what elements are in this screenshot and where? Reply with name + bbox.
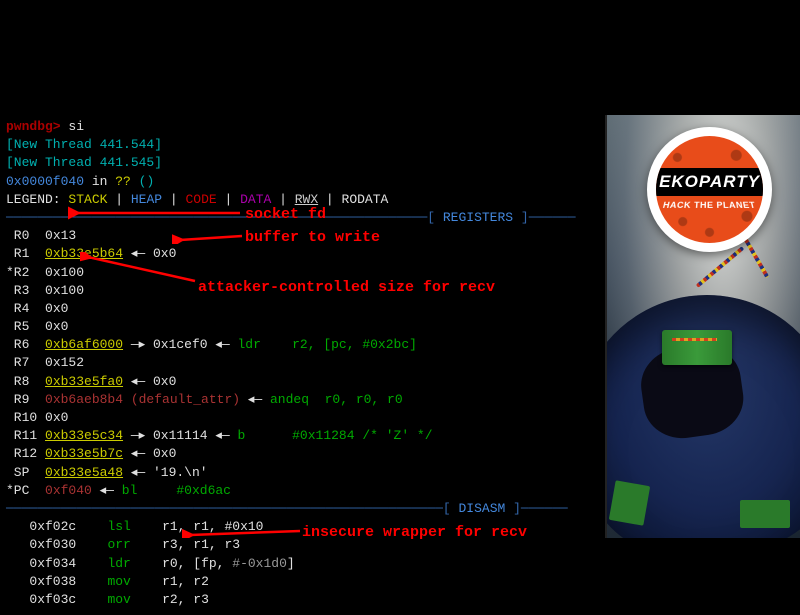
prompt: pwndbg> bbox=[6, 119, 61, 134]
arrow-icon bbox=[182, 526, 302, 538]
arrow-icon bbox=[80, 252, 198, 284]
command-input[interactable]: si bbox=[68, 119, 84, 134]
annotation-socket-fd: socket fd bbox=[245, 204, 326, 225]
disasm-row: 0xf034 ldr r0, [fp, #-0x1d0] bbox=[6, 555, 794, 573]
annotation-insecure-wrapper: insecure wrapper for recv bbox=[302, 522, 527, 543]
pcb-board bbox=[662, 330, 732, 365]
hardware-photo: EKOPARTY HACK THE PLANET bbox=[605, 115, 800, 538]
pcb-board bbox=[740, 500, 790, 528]
logo-subtitle: HACK THE PLANET bbox=[662, 199, 758, 211]
logo-title: EKOPARTY bbox=[651, 168, 768, 196]
disasm-row: 0xf03c mov r2, r3 bbox=[6, 591, 794, 609]
ekoparty-logo: EKOPARTY HACK THE PLANET bbox=[647, 127, 772, 252]
disasm-row: 0xf038 mov r1, r2 bbox=[6, 573, 794, 591]
arrow-icon bbox=[172, 232, 244, 244]
arrow-icon bbox=[68, 206, 243, 220]
annotation-buffer: buffer to write bbox=[245, 227, 380, 248]
annotation-attacker-size: attacker-controlled size for recv bbox=[198, 277, 495, 298]
pcb-board bbox=[609, 480, 650, 525]
